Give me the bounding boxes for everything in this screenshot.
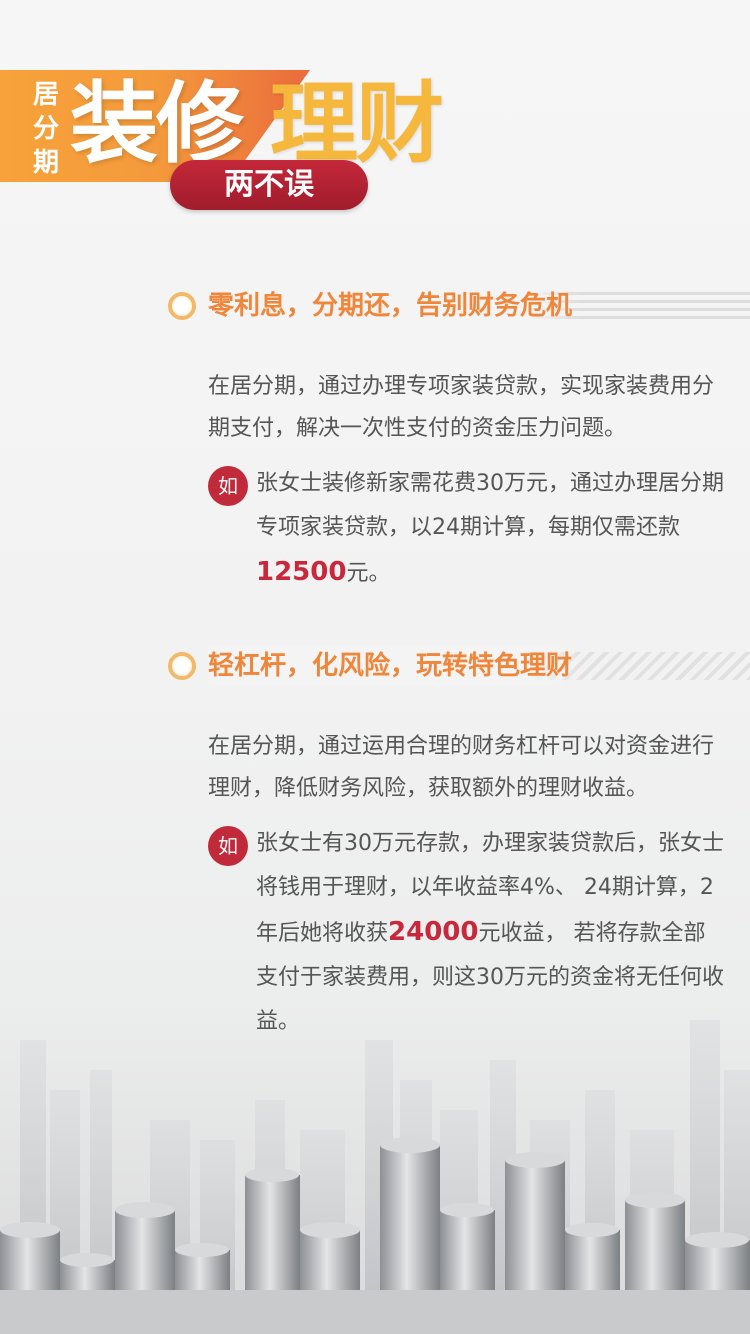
section-heading-1: 零利息，分期还，告别财务危机: [168, 286, 750, 326]
header-brand-char: 分: [32, 114, 59, 144]
section-title: 零利息，分期还，告别财务危机: [208, 286, 583, 326]
promo-page: 居 分 期 装修 理财 两不误 零利息，分期还，告别财务危机 在居分期，通过办理…: [0, 0, 750, 1334]
example-text-pre: 张女士装修新家需花费30万元，通过办理居分期专项家装贷款，以24期计算，每期仅需…: [256, 471, 724, 540]
header-title-white: 装修: [70, 72, 244, 175]
section-body: 在居分期，通过运用合理的财务杠杆可以对资金进行理财，降低财务风险，获取额外的理财…: [208, 734, 715, 801]
header-title-gold: 理财: [270, 72, 444, 175]
section-body: 在居分期，通过办理专项家装贷款，实现家装费用分期支付，解决一次性支付的资金压力问…: [208, 374, 715, 441]
example-highlight-amount: 12500: [256, 557, 347, 587]
example-text: 张女士装修新家需花费30万元，通过办理居分期专项家装贷款，以24期计算，每期仅需…: [256, 462, 726, 596]
header-brand-char: 居: [32, 80, 59, 110]
example-badge: 如: [208, 466, 248, 506]
ring-icon: [168, 292, 196, 320]
example-text-post: 元。: [346, 561, 391, 586]
city-coins-illustration: [0, 1020, 750, 1334]
header-brand-vertical: 居 分 期: [26, 78, 66, 180]
header-brand-char: 期: [32, 148, 59, 178]
section-title: 轻杠杆，化风险，玩转特色理财: [208, 646, 583, 686]
section-heading-2: 轻杠杆，化风险，玩转特色理财: [168, 646, 750, 686]
header-subtitle-pill: 两不误: [170, 160, 368, 210]
ring-icon: [168, 652, 196, 680]
example-highlight-amount: 24000: [388, 917, 479, 947]
example-badge: 如: [208, 826, 248, 866]
